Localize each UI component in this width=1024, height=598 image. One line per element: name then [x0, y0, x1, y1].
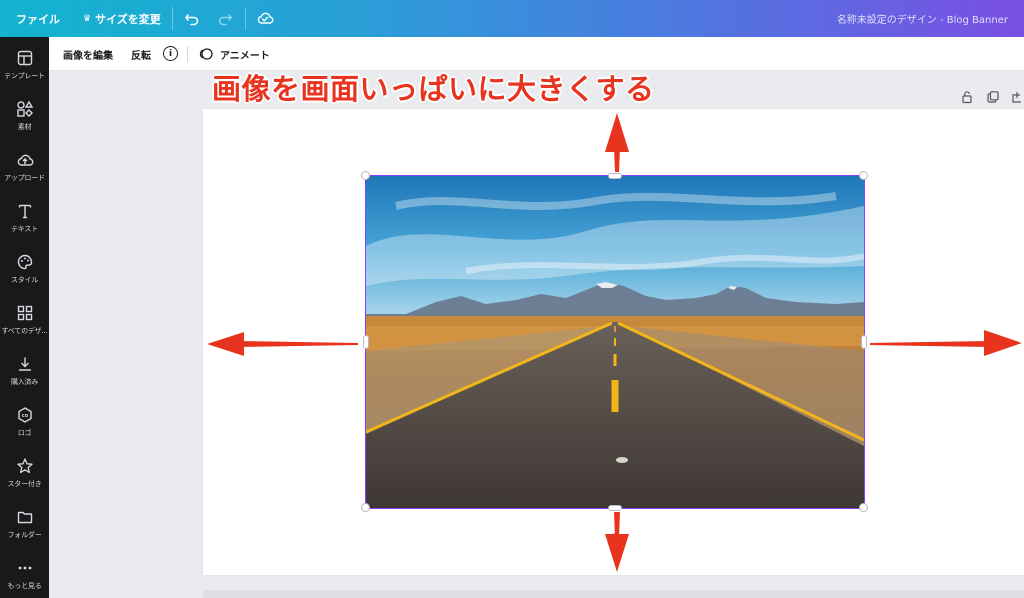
animate-button[interactable]: アニメート [220, 47, 270, 62]
more-icon [18, 566, 31, 570]
duplicate-icon[interactable] [986, 90, 1000, 104]
redo-icon[interactable] [215, 8, 235, 28]
document-title[interactable]: 名称未設定のデザイン - Blog Banner [837, 11, 1008, 26]
sidebar-item-label: ロゴ [17, 429, 32, 437]
svg-text:co: co [21, 413, 28, 419]
annotation-headline: 画像を画面いっぱいに大きくする [212, 72, 655, 106]
sidebar-item-label: もっと見る [7, 582, 42, 590]
undo-icon[interactable] [182, 8, 202, 28]
animate-icon[interactable] [199, 47, 213, 61]
resize-handle-bottom-right[interactable] [859, 503, 868, 512]
sidebar-item-purchased[interactable]: 購入済み [0, 347, 49, 397]
sidebar-item-starred[interactable]: スター付き [0, 449, 49, 499]
resize-label: サイズを変更 [95, 12, 161, 26]
sidebar-item-styles[interactable]: スタイル [0, 245, 49, 295]
flip-button[interactable]: 反転 [131, 47, 151, 62]
sidebar-item-label: 購入済み [10, 378, 39, 386]
road-landscape-photo[interactable] [365, 175, 865, 509]
resize-handle-right[interactable] [861, 335, 867, 349]
sidebar-item-label: フォルダー [7, 531, 42, 539]
toolbar-divider [172, 7, 173, 30]
template-icon [17, 50, 32, 66]
rotate-icon [611, 538, 620, 548]
resize-handle-bottom-left[interactable] [361, 503, 370, 512]
upload-icon [17, 154, 33, 166]
info-icon[interactable]: i [163, 46, 178, 61]
star-icon [16, 458, 33, 474]
resize-handle-bottom[interactable] [608, 505, 622, 511]
grid-icon [17, 305, 32, 321]
sidebar-item-label: すべてのデザ... [1, 327, 48, 335]
toolbar-divider [187, 46, 188, 62]
top-bar: ファイル ♛ サイズを変更 名称未設定のデザイン - Blog Banner [0, 0, 1024, 37]
photo-illustration [366, 176, 864, 508]
resize-handle-top-left[interactable] [361, 171, 370, 180]
text-icon [18, 204, 31, 219]
sidebar-item-label: 素材 [17, 123, 32, 131]
sidebar-item-all-designs[interactable]: すべてのデザ... [0, 296, 49, 346]
palette-icon [17, 254, 32, 270]
add-page-icon[interactable] [1011, 90, 1024, 104]
sidebar-item-label: テキスト [11, 225, 38, 233]
sidebar-item-uploads[interactable]: アップロード [0, 143, 49, 193]
resize-handle-left[interactable] [363, 335, 369, 349]
lock-icon[interactable] [960, 90, 974, 104]
sidebar-item-label: スター付き [7, 480, 42, 488]
crown-icon: ♛ [83, 13, 92, 24]
resize-handle-top[interactable] [608, 173, 622, 179]
toolbar-divider [245, 7, 246, 30]
sidebar-item-text[interactable]: テキスト [0, 194, 49, 244]
sidebar-item-label: スタイル [10, 276, 39, 284]
edit-image-button[interactable]: 画像を編集 [63, 47, 113, 62]
logo-icon: co [17, 407, 32, 423]
sidebar-item-more[interactable]: もっと見る [0, 551, 49, 598]
sidebar-item-elements[interactable]: 素材 [0, 92, 49, 142]
sidebar-item-label: アップロード [4, 174, 45, 182]
sidebar-item-templates[interactable]: テンプレート [0, 41, 49, 91]
sidebar-item-folders[interactable]: フォルダー [0, 500, 49, 550]
resize-handle-top-right[interactable] [859, 171, 868, 180]
sidebar-item-label: テンプレート [4, 72, 45, 80]
file-menu-button[interactable]: ファイル [16, 0, 60, 37]
canvas-scroll-strip [203, 590, 1024, 598]
sidebar-item-logo[interactable]: co ロゴ [0, 398, 49, 448]
rotate-handle[interactable] [608, 533, 622, 548]
left-sidebar: テンプレート 素材 アップロード テキスト スタイル すべてのデザ... 購入済… [0, 37, 49, 598]
elements-icon [16, 100, 33, 117]
cloud-saved-icon[interactable] [255, 8, 275, 28]
resize-button[interactable]: ♛ サイズを変更 [83, 0, 161, 37]
download-icon [18, 357, 31, 371]
folder-icon [17, 511, 32, 524]
